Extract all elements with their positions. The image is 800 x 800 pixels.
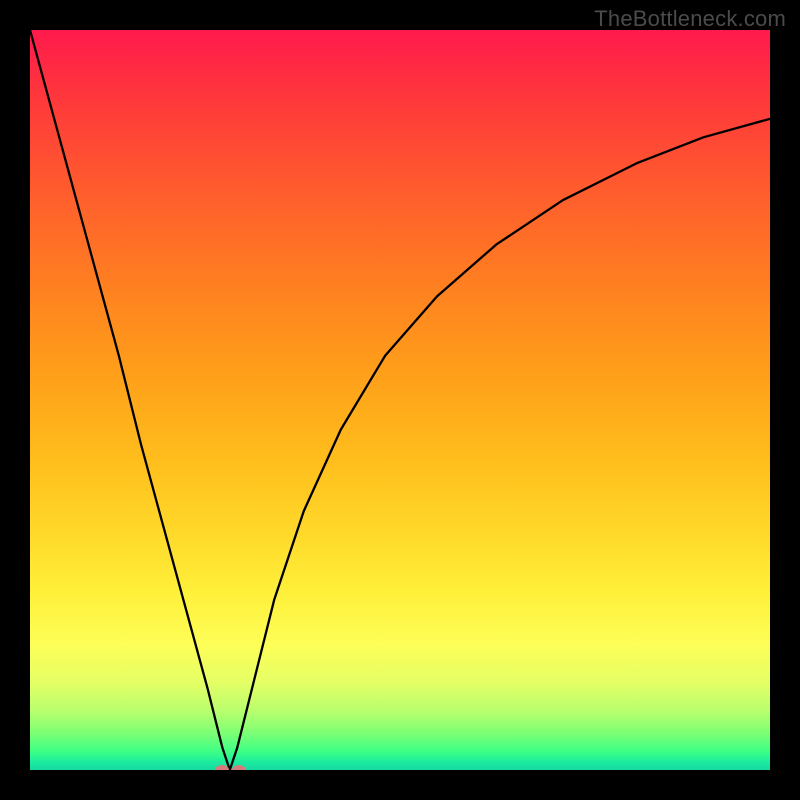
chart-frame: TheBottleneck.com — [0, 0, 800, 800]
plot-area — [30, 30, 770, 770]
bottleneck-curve — [30, 30, 770, 770]
watermark-text: TheBottleneck.com — [594, 6, 786, 32]
curve-layer — [30, 30, 770, 770]
